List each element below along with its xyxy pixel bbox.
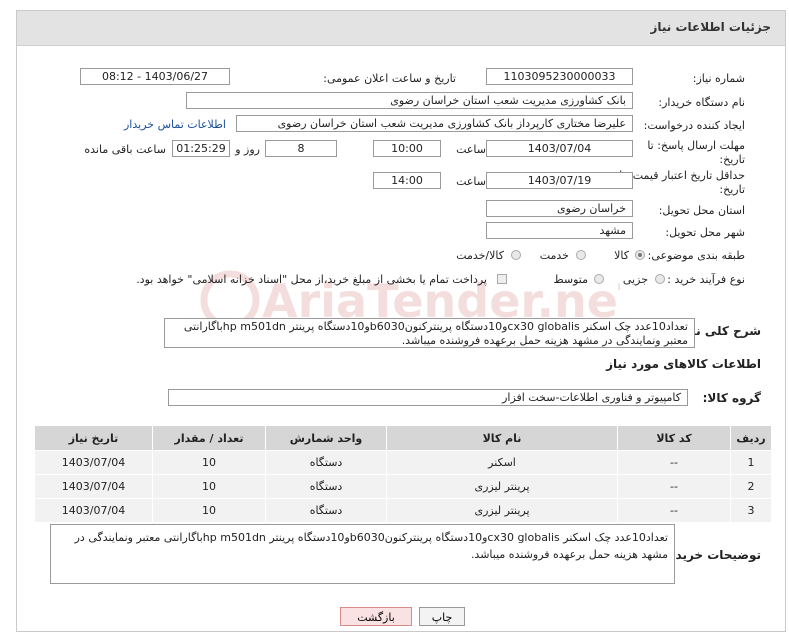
cell-name: پرینتر لیزری (386, 474, 618, 499)
validity-date-field: 1403/07/19 (486, 172, 633, 189)
announce-field: 1403/06/27 - 08:12 (80, 68, 230, 85)
description-textarea: تعداد10عدد چک اسکنر cx30 globalisو10دستگ… (164, 318, 695, 348)
cell-row-number: 1 (730, 450, 772, 475)
cell-date: 1403/07/04 (34, 498, 153, 523)
table-row: 2 -- پرینتر لیزری دستگاه 10 1403/07/04 (34, 474, 772, 499)
cell-name: اسکنر (386, 450, 618, 475)
cell-code: -- (617, 474, 731, 499)
buyer-notes-line-2: مشهد هزینه حمل برعهده فروشنده میباشد. (470, 548, 668, 561)
description-line-1: تعداد10عدد چک اسکنر cx30 globalisو10دستگ… (183, 320, 688, 333)
need-number-label: شماره نیاز: (692, 72, 745, 85)
goods-section-title: اطلاعات کالاهای مورد نیاز (606, 357, 761, 371)
buyer-notes-line-1: تعداد10عدد چک اسکنر cx30 globalisو10دستگ… (74, 531, 668, 544)
announce-label: تاریخ و ساعت اعلان عمومی: (323, 72, 456, 85)
province-field: خراسان رضوی (486, 200, 633, 217)
table-row: 3 -- پرینتر لیزری دستگاه 10 1403/07/04 (34, 498, 772, 523)
validity-label: حداقل تاریخ اعتبار قیمت: تا (619, 169, 745, 182)
city-field: مشهد (486, 222, 633, 239)
category-label: طبقه بندی موضوعی: (647, 249, 745, 262)
process-label: نوع فرآیند خرید : (667, 273, 745, 286)
category-radio-both[interactable] (511, 250, 521, 260)
col-header-name: نام کالا (386, 425, 618, 451)
goods-group-label: گروه کالا: (702, 391, 761, 405)
cell-quantity: 10 (152, 498, 266, 523)
table-row: 1 -- اسکنر دستگاه 10 1403/07/04 (34, 450, 772, 475)
description-line-2: معتبر ونمایندگی در مشهد هزینه حمل برعهده… (401, 334, 688, 347)
cell-unit: دستگاه (265, 450, 387, 475)
cell-code: -- (617, 498, 731, 523)
process-radio-minor[interactable] (655, 274, 665, 284)
cell-row-number: 3 (730, 498, 772, 523)
cell-unit: دستگاه (265, 498, 387, 523)
page-title: جزئیات اطلاعات نیاز (650, 20, 771, 34)
process-option-minor: جزیی (622, 273, 648, 286)
buyer-field: بانک کشاورزی مدیریت شعب استان خراسان رضو… (186, 92, 633, 109)
process-option-medium: متوسط (553, 273, 588, 286)
cell-code: -- (617, 450, 731, 475)
table-header-row: ردیف کد کالا نام کالا واحد شمارش تعداد /… (34, 425, 772, 451)
cell-quantity: 10 (152, 474, 266, 499)
category-option-service: خدمت (539, 249, 569, 262)
cell-quantity: 10 (152, 450, 266, 475)
print-button[interactable]: چاپ (419, 607, 465, 626)
category-radio-service[interactable] (576, 250, 586, 260)
validity-time-field: 14:00 (373, 172, 441, 189)
goods-group-field: کامپیوتر و فناوری اطلاعات-سخت افزار (168, 389, 688, 406)
deadline-time-label: ساعت (456, 143, 486, 156)
city-label: شهر محل تحویل: (665, 226, 745, 239)
col-header-unit: واحد شمارش (265, 425, 387, 451)
goods-table: ردیف کد کالا نام کالا واحد شمارش تعداد /… (34, 425, 772, 523)
process-radio-medium[interactable] (594, 274, 604, 284)
treasury-checkbox[interactable] (497, 274, 507, 284)
col-header-date: تاریخ نیاز (34, 425, 153, 451)
province-label: استان محل تحویل: (658, 204, 745, 217)
title-bar: جزئیات اطلاعات نیاز (17, 11, 785, 46)
validity-label-date: تاریخ: (719, 183, 745, 196)
validity-time-label: ساعت (456, 175, 486, 188)
deadline-time-field: 10:00 (373, 140, 441, 157)
need-number-field: 1103095230000033 (486, 68, 633, 85)
payment-note: پرداخت تمام یا بخشی از مبلغ خرید،از محل … (136, 273, 487, 286)
col-header-code: کد کالا (617, 425, 731, 451)
days-label: روز و (235, 143, 260, 156)
deadline-label-date: تاریخ: (719, 153, 745, 166)
col-header-row-number: ردیف (730, 425, 772, 451)
col-header-quantity: تعداد / مقدار (152, 425, 266, 451)
cell-name: پرینتر لیزری (386, 498, 618, 523)
cell-date: 1403/07/04 (34, 474, 153, 499)
creator-label: ایجاد کننده درخواست: (643, 119, 745, 132)
cell-row-number: 2 (730, 474, 772, 499)
category-option-goods: کالا (614, 249, 629, 262)
buyer-notes-textarea: تعداد10عدد چک اسکنر cx30 globalisو10دستگ… (50, 524, 675, 584)
creator-field: علیرضا مختاری کارپرداز بانک کشاورزی مدیر… (236, 115, 633, 132)
deadline-date-field: 1403/07/04 (486, 140, 633, 157)
category-option-both: کالا/خدمت (456, 249, 504, 262)
remaining-time-field: 01:25:29 (172, 140, 230, 157)
back-button[interactable]: بازگشت (340, 607, 412, 626)
cell-date: 1403/07/04 (34, 450, 153, 475)
remaining-label: ساعت باقی مانده (84, 143, 166, 156)
contact-buyer-link[interactable]: اطلاعات تماس خریدار (124, 118, 226, 131)
days-field: 8 (265, 140, 337, 157)
buyer-label: نام دستگاه خریدار: (658, 96, 745, 109)
category-radio-goods[interactable] (635, 250, 645, 260)
deadline-label: مهلت ارسال پاسخ: تا (647, 139, 745, 152)
cell-unit: دستگاه (265, 474, 387, 499)
